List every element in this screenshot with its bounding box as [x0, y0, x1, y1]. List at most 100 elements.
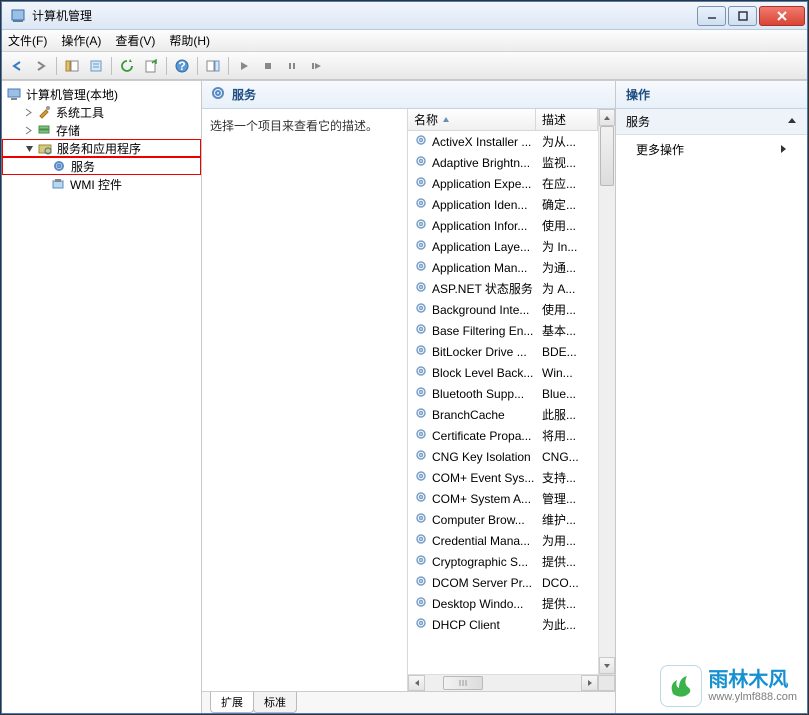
- maximize-button[interactable]: [728, 6, 757, 26]
- service-row[interactable]: Application Laye...为 In...: [408, 236, 598, 257]
- service-desc-cell: 为用...: [536, 532, 598, 549]
- service-row[interactable]: COM+ System A...管理...: [408, 488, 598, 509]
- scroll-left-button[interactable]: [408, 675, 425, 691]
- service-row[interactable]: Computer Brow...维护...: [408, 509, 598, 530]
- service-desc-cell: 管理...: [536, 490, 598, 507]
- service-name-cell: DHCP Client: [408, 616, 536, 633]
- titlebar[interactable]: 计算机管理: [2, 2, 807, 30]
- service-row[interactable]: ActiveX Installer ...为从...: [408, 131, 598, 152]
- service-icon: [414, 154, 428, 171]
- show-hide-tree-button[interactable]: [61, 55, 83, 77]
- tree-storage[interactable]: 存储: [2, 121, 201, 139]
- menu-view[interactable]: 查看(V): [115, 32, 155, 49]
- tree-services[interactable]: 服务: [2, 157, 201, 175]
- service-row[interactable]: Application Iden...确定...: [408, 194, 598, 215]
- service-icon: [414, 448, 428, 465]
- menu-file[interactable]: 文件(F): [8, 32, 47, 49]
- service-row[interactable]: DCOM Server Pr...DCO...: [408, 572, 598, 593]
- service-row[interactable]: BitLocker Drive ...BDE...: [408, 341, 598, 362]
- service-desc-cell: CNG...: [536, 450, 598, 464]
- forward-button[interactable]: [30, 55, 52, 77]
- service-name-cell: Application Infor...: [408, 217, 536, 234]
- actions-header: 操作: [616, 81, 807, 109]
- svg-text:?: ?: [178, 59, 185, 73]
- service-row[interactable]: DHCP Client为此...: [408, 614, 598, 635]
- minimize-button[interactable]: [697, 6, 726, 26]
- service-icon: [414, 595, 428, 612]
- pause-button[interactable]: [281, 55, 303, 77]
- list-rows[interactable]: ActiveX Installer ...为从...Adaptive Brigh…: [408, 131, 598, 674]
- tree-services-apps[interactable]: 服务和应用程序: [2, 139, 201, 157]
- service-row[interactable]: Base Filtering En...基本...: [408, 320, 598, 341]
- service-name-cell: Computer Brow...: [408, 511, 536, 528]
- column-description[interactable]: 描述: [536, 109, 598, 130]
- play-button[interactable]: [233, 55, 255, 77]
- scroll-track[interactable]: [599, 126, 615, 657]
- service-row[interactable]: Bluetooth Supp...Blue...: [408, 383, 598, 404]
- menu-operate[interactable]: 操作(A): [61, 32, 101, 49]
- actions-more[interactable]: 更多操作: [616, 135, 807, 164]
- service-icon: [414, 238, 428, 255]
- vertical-scrollbar[interactable]: [598, 109, 615, 674]
- service-icon: [414, 616, 428, 633]
- actions-group-header[interactable]: 服务: [616, 109, 807, 135]
- service-row[interactable]: COM+ Event Sys...支持...: [408, 467, 598, 488]
- scroll-up-button[interactable]: [599, 109, 615, 126]
- export-button[interactable]: [140, 55, 162, 77]
- list-header: 名称 描述: [408, 109, 598, 131]
- sort-asc-icon: [442, 113, 450, 127]
- service-row[interactable]: Credential Mana...为用...: [408, 530, 598, 551]
- service-row[interactable]: Application Expe...在应...: [408, 173, 598, 194]
- stop-button[interactable]: [257, 55, 279, 77]
- service-row[interactable]: Desktop Windo...提供...: [408, 593, 598, 614]
- actions-panel: 操作 服务 更多操作: [615, 81, 807, 713]
- column-name[interactable]: 名称: [408, 109, 536, 130]
- service-row[interactable]: CNG Key IsolationCNG...: [408, 446, 598, 467]
- scroll-corner: [598, 675, 615, 691]
- toolbar: ?: [2, 52, 807, 80]
- tree-wmi[interactable]: WMI 控件: [2, 175, 201, 193]
- service-name-cell: ActiveX Installer ...: [408, 133, 536, 150]
- service-row[interactable]: BranchCache此服...: [408, 404, 598, 425]
- tree-tools[interactable]: 系统工具: [2, 103, 201, 121]
- horizontal-scrollbar[interactable]: [408, 674, 615, 691]
- toolbar-separator: [111, 57, 112, 75]
- close-button[interactable]: [759, 6, 805, 26]
- expand-icon[interactable]: [22, 106, 34, 118]
- service-name-cell: Application Laye...: [408, 238, 536, 255]
- service-icon: [414, 574, 428, 591]
- scroll-thumb[interactable]: [443, 676, 483, 690]
- main-header: 服务: [202, 81, 615, 109]
- scroll-track[interactable]: [425, 675, 581, 691]
- service-row[interactable]: ASP.NET 状态服务为 A...: [408, 278, 598, 299]
- service-row[interactable]: Background Inte...使用...: [408, 299, 598, 320]
- tab-extended[interactable]: 扩展: [210, 692, 254, 713]
- service-icon: [414, 427, 428, 444]
- service-row[interactable]: Certificate Propa...将用...: [408, 425, 598, 446]
- storage-icon: [36, 122, 52, 138]
- service-desc-cell: 为 In...: [536, 238, 598, 255]
- service-row[interactable]: Application Man...为通...: [408, 257, 598, 278]
- collapse-icon[interactable]: [23, 142, 35, 154]
- refresh-button[interactable]: [116, 55, 138, 77]
- scroll-right-button[interactable]: [581, 675, 598, 691]
- service-row[interactable]: Application Infor...使用...: [408, 215, 598, 236]
- restart-button[interactable]: [305, 55, 327, 77]
- menu-help[interactable]: 帮助(H): [169, 32, 210, 49]
- service-name-cell: BranchCache: [408, 406, 536, 423]
- tree-root[interactable]: 计算机管理(本地): [2, 85, 201, 103]
- scroll-down-button[interactable]: [599, 657, 615, 674]
- service-row[interactable]: Cryptographic S...提供...: [408, 551, 598, 572]
- service-desc-cell: 确定...: [536, 196, 598, 213]
- properties-button[interactable]: [85, 55, 107, 77]
- expand-icon[interactable]: [22, 124, 34, 136]
- navigation-tree[interactable]: 计算机管理(本地) 系统工具 存储 服务和应用程序 服务: [2, 81, 202, 713]
- scroll-thumb[interactable]: [600, 126, 614, 186]
- service-row[interactable]: Adaptive Brightn...监视...: [408, 152, 598, 173]
- show-hide-action-button[interactable]: [202, 55, 224, 77]
- back-button[interactable]: [6, 55, 28, 77]
- help-button[interactable]: ?: [171, 55, 193, 77]
- service-row[interactable]: Block Level Back...Win...: [408, 362, 598, 383]
- tab-standard[interactable]: 标准: [253, 692, 297, 713]
- description-panel: 选择一个项目来查看它的描述。: [202, 109, 407, 691]
